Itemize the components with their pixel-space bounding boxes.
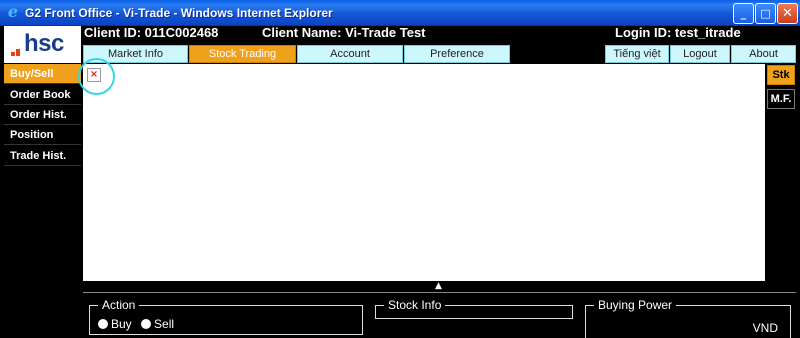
buying-power-title: Buying Power xyxy=(594,297,677,313)
buying-power-panel: Buying Power VND xyxy=(585,297,791,338)
action-panel-title: Action xyxy=(98,297,140,313)
maximize-button[interactable]: □ xyxy=(755,3,776,24)
sidebar-item-order-hist[interactable]: Order Hist. xyxy=(4,105,81,125)
client-name: Client Name: Vi-Trade Test xyxy=(262,25,426,40)
logo-dots-icon xyxy=(11,46,23,56)
collapse-arrow-icon[interactable]: ▲ xyxy=(435,281,442,292)
buy-radio[interactable]: Buy xyxy=(98,317,132,331)
buy-label: Buy xyxy=(111,317,132,331)
mf-button[interactable]: M.F. xyxy=(767,89,795,109)
browser-window: e G2 Front Office - Vi-Trade - Windows I… xyxy=(0,0,800,338)
sidebar-item-trade-hist[interactable]: Trade Hist. xyxy=(4,146,81,166)
sell-label: Sell xyxy=(154,317,175,331)
tab-stock-trading[interactable]: Stock Trading xyxy=(189,45,296,63)
login-id: Login ID: test_itrade xyxy=(615,25,741,40)
minimize-button[interactable]: _ xyxy=(733,3,754,24)
stk-button[interactable]: Stk xyxy=(767,65,795,85)
action-radio-group: Buy Sell xyxy=(98,317,174,331)
tab-about[interactable]: About xyxy=(731,45,796,63)
divider xyxy=(83,292,796,293)
buy-radio-icon xyxy=(98,319,108,329)
sell-radio[interactable]: Sell xyxy=(141,317,174,331)
tab-logout[interactable]: Logout xyxy=(670,45,730,63)
main-content: × xyxy=(78,58,765,281)
sidebar-item-order-book[interactable]: Order Book xyxy=(4,85,81,105)
title-bar[interactable]: e G2 Front Office - Vi-Trade - Windows I… xyxy=(0,0,800,26)
stock-info-title: Stock Info xyxy=(384,297,446,313)
close-button[interactable]: ✕ xyxy=(777,3,798,24)
panel-splitter[interactable]: ▲ xyxy=(83,281,796,292)
stock-info-panel: Stock Info xyxy=(375,297,573,319)
window-title: G2 Front Office - Vi-Trade - Windows Int… xyxy=(25,6,333,20)
currency-label: VND xyxy=(752,321,778,335)
tab-account[interactable]: Account xyxy=(297,45,403,63)
logo-text: hsc xyxy=(24,30,64,57)
hsc-logo: hsc xyxy=(4,26,81,63)
sidebar-item-buy-sell[interactable]: Buy/Sell xyxy=(4,64,81,84)
tab-language[interactable]: Tiếng việt xyxy=(605,45,669,63)
sell-radio-icon xyxy=(141,319,152,329)
highlight-ring xyxy=(78,58,115,95)
client-id: Client ID: 011C002468 xyxy=(84,25,219,40)
tab-preference[interactable]: Preference xyxy=(404,45,510,63)
action-panel: Action Buy Sell xyxy=(89,297,363,335)
ie-icon: e xyxy=(7,2,19,21)
sidebar-item-position[interactable]: Position xyxy=(4,125,81,145)
